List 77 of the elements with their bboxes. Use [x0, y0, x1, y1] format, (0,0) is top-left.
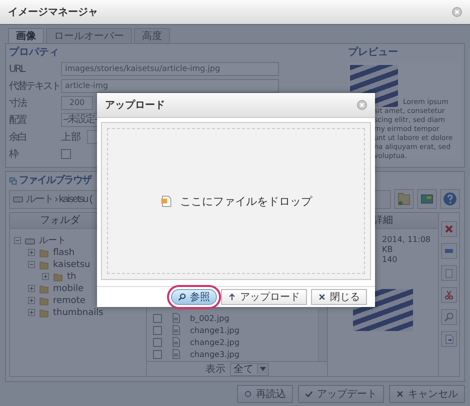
folder-name[interactable]: remote — [53, 296, 86, 306]
checkbox[interactable] — [153, 314, 162, 322]
file-arrow-icon[interactable] — [444, 334, 454, 344]
help-icon[interactable] — [443, 192, 457, 206]
scrollbar[interactable] — [318, 309, 327, 361]
field-label: 寸法 — [9, 96, 28, 110]
plus-icon[interactable] — [28, 249, 35, 256]
field-label: 余白 — [9, 131, 27, 144]
action-button[interactable]: アップデート — [298, 385, 384, 403]
close-icon[interactable] — [357, 100, 367, 110]
drive-icon — [25, 236, 35, 246]
action-button[interactable]: キャンセル — [389, 385, 465, 403]
close-icon[interactable] — [452, 7, 462, 17]
close-icon — [396, 390, 404, 398]
window-title: イメージマネージャ — [8, 6, 98, 19]
search-icon — [178, 293, 186, 301]
checkbox[interactable] — [153, 326, 162, 334]
tab[interactable]: ロールオーバー — [46, 28, 132, 43]
image-file-icon — [171, 313, 181, 323]
delete-icon[interactable] — [444, 224, 454, 234]
dialog-button[interactable]: アップロード — [221, 289, 307, 305]
folder-name[interactable]: mobile — [53, 284, 84, 294]
field-label: 上部 — [61, 130, 82, 144]
plus-icon[interactable] — [42, 273, 49, 280]
text-field[interactable]: 200 — [61, 96, 93, 110]
section-heading: プロパティ — [9, 47, 60, 59]
image-file-icon — [171, 337, 181, 347]
text-field[interactable]: article-img — [61, 79, 279, 93]
file-name[interactable]: change3.jpg — [190, 350, 240, 358]
search-icon[interactable] — [444, 312, 454, 322]
checkbox[interactable] — [153, 338, 162, 346]
scissors-icon[interactable] — [444, 290, 454, 300]
action-button[interactable]: 再読込 — [237, 385, 293, 403]
checkbox[interactable] — [153, 350, 162, 358]
drop-zone[interactable]: ここにファイルをドロップ — [107, 128, 365, 274]
drive-icon — [13, 194, 23, 204]
minus-icon[interactable] — [28, 261, 35, 268]
dialog-button[interactable]: 閉じる — [311, 289, 367, 305]
file-name[interactable]: change1.jpg — [190, 326, 240, 334]
tab[interactable]: 高度 — [134, 28, 170, 43]
drop-hint: ここにファイルをドロップ — [180, 194, 312, 208]
image-icon[interactable] — [420, 192, 434, 206]
folder-name[interactable]: th — [67, 272, 76, 282]
field-label: URL — [9, 64, 26, 74]
file-browser-icon — [9, 177, 17, 185]
up-arrow-icon — [228, 293, 236, 301]
close-icon — [318, 293, 326, 301]
plus-icon[interactable] — [28, 309, 35, 316]
filter-label: 表示 — [206, 362, 226, 376]
file-name[interactable]: change2.jpg — [190, 338, 240, 346]
section-heading: ファイルブラウザ — [19, 175, 91, 187]
filter-dropdown[interactable]: 全て — [230, 362, 268, 376]
checkbox[interactable] — [61, 149, 71, 159]
field-label: 配置 — [9, 114, 28, 127]
folder-plus-icon[interactable] — [397, 192, 411, 206]
plus-icon[interactable] — [28, 297, 35, 304]
detail-text: 140 — [381, 255, 398, 265]
section-heading: プレビュー — [348, 47, 399, 59]
document-icon — [160, 195, 172, 207]
tab[interactable]: 画像 — [8, 28, 44, 43]
field-label: 代替テキスト — [9, 80, 59, 93]
file-name[interactable]: b_002.jpg — [190, 314, 230, 322]
folder-name[interactable]: thumbnails — [53, 308, 104, 318]
folder-name[interactable]: flash — [53, 248, 75, 258]
text-field[interactable]: images/stories/kaisetsu/article-img.jpg — [61, 62, 279, 76]
field-label: 枠 — [9, 148, 19, 161]
folder-name[interactable]: ルート — [39, 234, 66, 247]
folder-name[interactable]: kaisetsu — [53, 260, 90, 270]
minus-icon[interactable] — [14, 237, 21, 244]
detail-text: 2014, 11:08 — [381, 235, 432, 245]
reload-icon — [244, 390, 252, 398]
detail-text: KB — [381, 245, 394, 255]
image-file-icon — [171, 325, 181, 335]
plus-icon[interactable] — [28, 285, 35, 292]
check-icon — [305, 390, 313, 398]
image-file-icon — [171, 349, 181, 359]
dialog-title: アップロード — [105, 98, 165, 112]
